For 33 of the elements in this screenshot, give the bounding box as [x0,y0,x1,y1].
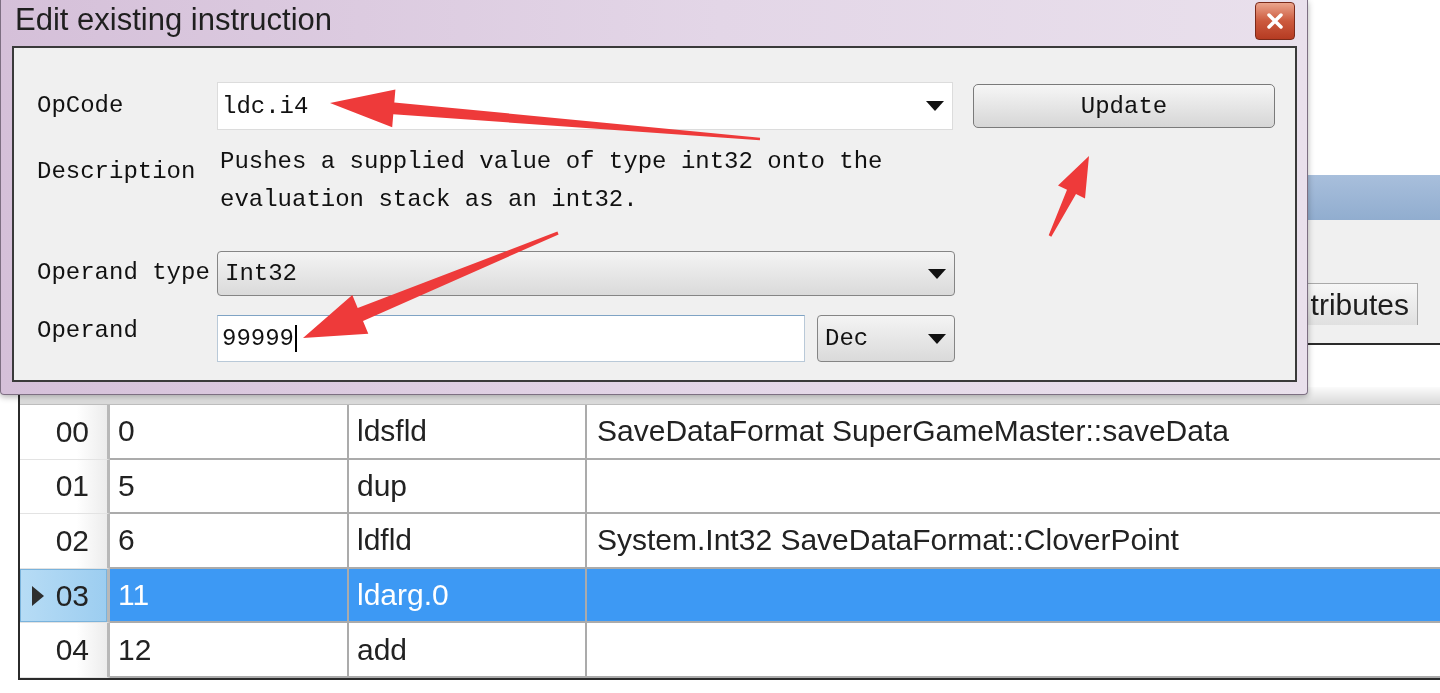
row-number: 01 [55,469,89,504]
table-cell: 12 [110,623,349,678]
dropdown-caret-icon [926,101,944,111]
field-label: OpCode [37,91,125,120]
field-label: Operand type [37,258,211,287]
dropdown-caret-icon [928,268,946,279]
field-label: Operand [37,316,139,345]
row-header[interactable]: 03 [20,568,110,624]
close-icon [1267,13,1283,29]
row-header[interactable]: 01 [20,459,110,515]
number-format-dropdown[interactable]: Dec [817,315,955,362]
table-row[interactable]: 00 0 ldsfld SaveDataFormat SuperGameMaster::saveData [20,405,1440,460]
row-number: 02 [55,524,89,558]
table-row[interactable]: 04 12 add [20,623,1440,678]
row-number: 00 [55,414,89,449]
field-label: Description [37,157,197,186]
close-button[interactable] [1255,2,1295,40]
opcode-dropdown[interactable]: ldc.i4 [217,82,953,130]
operand-type-dropdown[interactable]: Int32 [217,251,955,296]
operand-input[interactable]: 99999 [217,315,805,362]
row-number: 03 [55,578,89,613]
table-row[interactable]: 01 5 dup [20,459,1440,515]
row-header[interactable]: 04 [20,623,110,678]
row-marker-icon [32,585,44,606]
update-button[interactable]: Update [973,84,1275,128]
table-cell: add [349,623,587,678]
row-header[interactable]: 00 [20,405,110,460]
dialog-title: Edit existing instruction [15,2,333,38]
row-header[interactable]: 02 [20,514,110,569]
table-row[interactable]: 03 11 ldarg.0 [20,568,1440,624]
row-number: 04 [55,633,89,668]
description-text: Pushes a supplied value of type int32 onto the evaluation stack as an int32. [219,147,884,215]
table-row[interactable]: 02 6 ldfld System.Int32 SaveDataFormat::CloverPoint [20,514,1440,569]
